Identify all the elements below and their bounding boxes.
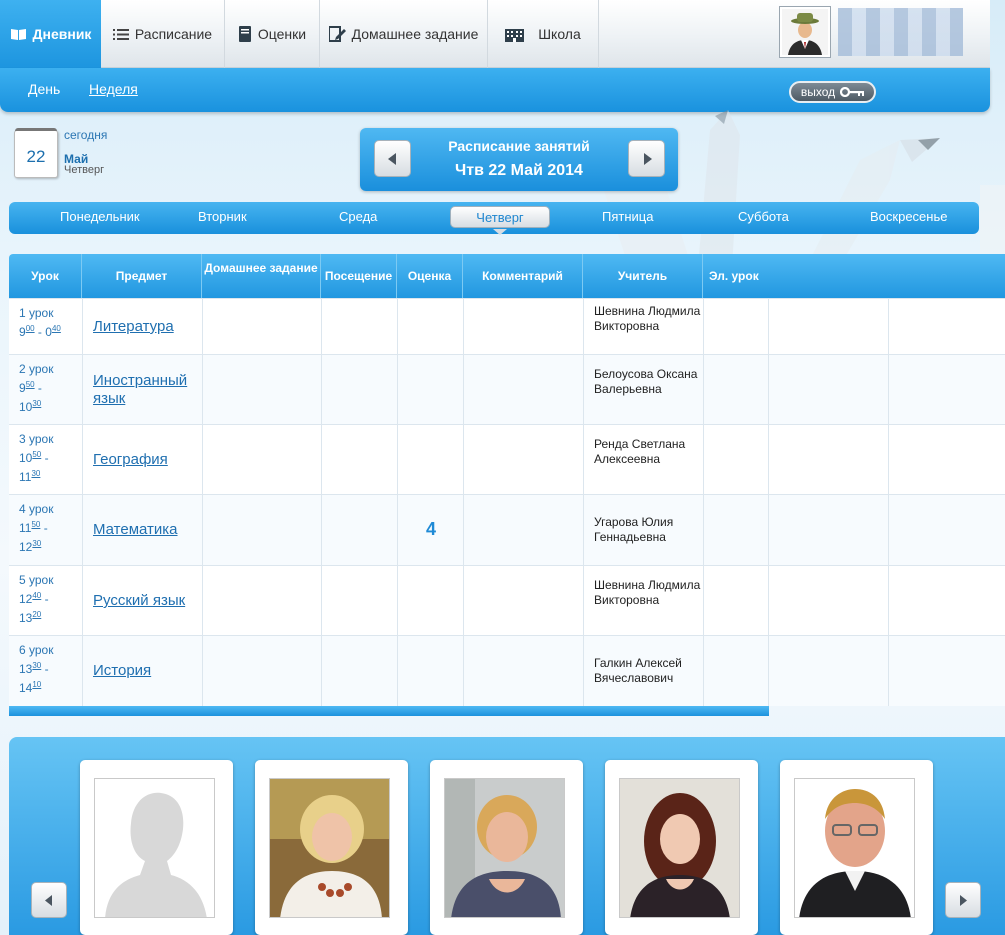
week-view-link[interactable]: Неделя xyxy=(89,81,138,97)
teacher-photo xyxy=(269,778,390,918)
lesson-time: 2 урок 950 - 1030 xyxy=(19,362,54,414)
logout-label: выход xyxy=(800,85,836,99)
day-tuesday[interactable]: Вторник xyxy=(198,209,247,224)
column-divider xyxy=(202,298,203,706)
lesson-time: 4 урок 1150 - 1230 xyxy=(19,502,54,554)
column-divider xyxy=(463,298,464,706)
column-divider xyxy=(321,298,322,706)
column-header: Эл. урок xyxy=(709,269,759,283)
teacher-photo xyxy=(619,778,740,918)
arrow-left-icon xyxy=(387,152,396,165)
grade-value[interactable]: 4 xyxy=(398,519,464,540)
calendar-icon[interactable]: 22 xyxy=(14,128,58,178)
tab-label: Оценки xyxy=(257,26,307,42)
notebook-icon xyxy=(238,26,252,42)
carousel-prev-button[interactable] xyxy=(31,882,67,918)
tab-label: Школа xyxy=(538,26,581,42)
column-divider xyxy=(82,298,83,706)
arrow-right-icon xyxy=(960,894,967,906)
teacher-card[interactable] xyxy=(80,760,233,935)
column-divider xyxy=(583,298,584,706)
column-header: Домашнее задание xyxy=(202,254,321,298)
day-saturday[interactable]: Суббота xyxy=(738,209,789,224)
today-link[interactable]: сегодня xyxy=(64,128,107,142)
teacher-card[interactable] xyxy=(430,760,583,935)
column-header: Учитель xyxy=(583,254,703,298)
subject-link[interactable]: История xyxy=(93,662,205,680)
day-sunday[interactable]: Воскресенье xyxy=(870,209,947,224)
teacher-photo xyxy=(794,778,915,918)
schedule-table: 1 урок 900 - 040 Литература Шевнина Людм… xyxy=(9,298,1005,706)
teacher-name: Ренда Светлана Алексеевна xyxy=(594,437,686,466)
teacher-name: Угарова Юлия Геннадьевна xyxy=(594,515,674,544)
schedule-table-header: Урок Предмет Домашнее задание Посещение … xyxy=(9,254,1005,298)
key-icon xyxy=(840,87,865,97)
lesson-time: 1 урок 900 - 040 xyxy=(19,306,61,339)
column-divider xyxy=(397,298,398,706)
tab-school[interactable]: Школа xyxy=(488,0,599,68)
column-header: Оценка xyxy=(397,254,463,298)
subject-link[interactable]: Математика xyxy=(93,521,205,539)
tab-grades[interactable]: Оценки xyxy=(225,0,320,68)
day-thursday[interactable]: Четверг xyxy=(450,206,550,228)
calendar-day: 22 xyxy=(26,147,46,166)
table-footer xyxy=(9,706,769,716)
subject-link[interactable]: Иностранный язык xyxy=(93,372,205,408)
user-name-blurred xyxy=(838,8,963,56)
carousel-next-button[interactable] xyxy=(945,882,981,918)
tab-label: Расписание xyxy=(134,26,213,42)
subject-link[interactable]: Русский язык xyxy=(93,592,205,610)
teacher-photo xyxy=(444,778,565,918)
logout-button[interactable]: выход xyxy=(789,81,876,103)
subject-link[interactable]: География xyxy=(93,451,205,469)
teacher-card[interactable] xyxy=(780,760,933,935)
user-avatar[interactable] xyxy=(779,6,831,58)
subject-link[interactable]: Литература xyxy=(93,318,205,336)
day-friday[interactable]: Пятница xyxy=(602,209,653,224)
teacher-name: Белоусова Оксана Валерьевна xyxy=(594,367,698,396)
tab-diary[interactable]: Дневник xyxy=(0,0,101,68)
teacher-card[interactable] xyxy=(255,760,408,935)
lesson-time: 3 урок 1050 - 1130 xyxy=(19,432,54,484)
prev-day-button[interactable] xyxy=(374,140,411,177)
teacher-photo-placeholder xyxy=(94,778,215,918)
column-divider xyxy=(703,298,704,706)
top-navigation: Дневник Расписание Оценки Домашнее задан… xyxy=(0,0,990,68)
column-header: Комментарий xyxy=(463,254,583,298)
arrow-right-icon xyxy=(643,152,652,165)
column-divider xyxy=(888,298,889,706)
day-wednesday[interactable]: Среда xyxy=(339,209,377,224)
arrow-left-icon xyxy=(45,894,52,906)
teacher-name: Шевнина Людмила Викторовна xyxy=(594,304,701,333)
teacher-name: Галкин Алексей Вячеславович xyxy=(594,656,682,685)
schedule-header: Расписание занятий Чтв 22 Май 2014 xyxy=(360,128,678,191)
teacher-name: Шевнина Людмила Викторовна xyxy=(594,578,701,607)
tab-label: Домашнее задание xyxy=(351,26,479,42)
building-icon xyxy=(505,27,525,42)
book-icon xyxy=(10,28,27,41)
day-monday[interactable]: Понедельник xyxy=(60,209,140,224)
next-day-button[interactable] xyxy=(628,140,665,177)
list-icon xyxy=(112,28,129,41)
lesson-time: 5 урок 1240 - 1320 xyxy=(19,573,54,625)
pen-icon xyxy=(328,26,346,42)
column-header: Посещение xyxy=(321,254,397,298)
day-view-link[interactable]: День xyxy=(28,81,60,97)
column-divider xyxy=(768,298,769,706)
teacher-card[interactable] xyxy=(605,760,758,935)
tab-label: Дневник xyxy=(32,26,92,42)
active-day-pointer xyxy=(493,229,507,235)
tab-schedule[interactable]: Расписание xyxy=(101,0,225,68)
weekday-label: Четверг xyxy=(64,164,105,176)
tab-homework[interactable]: Домашнее задание xyxy=(320,0,488,68)
column-header: Предмет xyxy=(82,254,202,298)
column-header: Урок xyxy=(9,254,82,298)
sub-navigation: День Неделя выход xyxy=(0,68,990,112)
lesson-time: 6 урок 1330 - 1410 xyxy=(19,643,54,695)
